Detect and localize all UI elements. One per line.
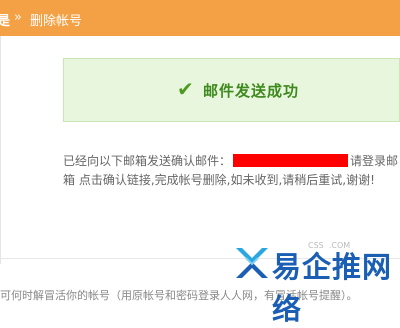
success-message: 邮件发送成功: [203, 82, 300, 100]
watermark: CSS .COM 易企推网络: [232, 240, 400, 326]
confirmation-line-2: 箱 点击确认链接,完成帐号删除,如未收到,请稍后重试,谢谢!: [63, 173, 375, 187]
confirmation-suffix: 请登录邮: [350, 154, 399, 168]
breadcrumb-separator: »: [14, 10, 22, 25]
check-icon: ✔: [177, 77, 194, 101]
breadcrumb-current: 删除帐号: [30, 14, 83, 29]
brand-logo-icon: [236, 248, 268, 278]
redacted-email: [233, 154, 349, 167]
confirmation-line-1: 已经向以下邮箱发送确认邮件： 请登录邮: [63, 152, 398, 171]
left-border: [0, 36, 1, 264]
success-banner: ✔ 邮件发送成功: [63, 58, 400, 122]
page-header: 是 » 删除帐号: [0, 0, 400, 36]
confirmation-prefix: 已经向以下邮箱发送确认邮件：: [63, 154, 232, 168]
watermark-brand: 易企推网络: [272, 250, 393, 326]
breadcrumb-previous[interactable]: 是: [0, 10, 10, 29]
